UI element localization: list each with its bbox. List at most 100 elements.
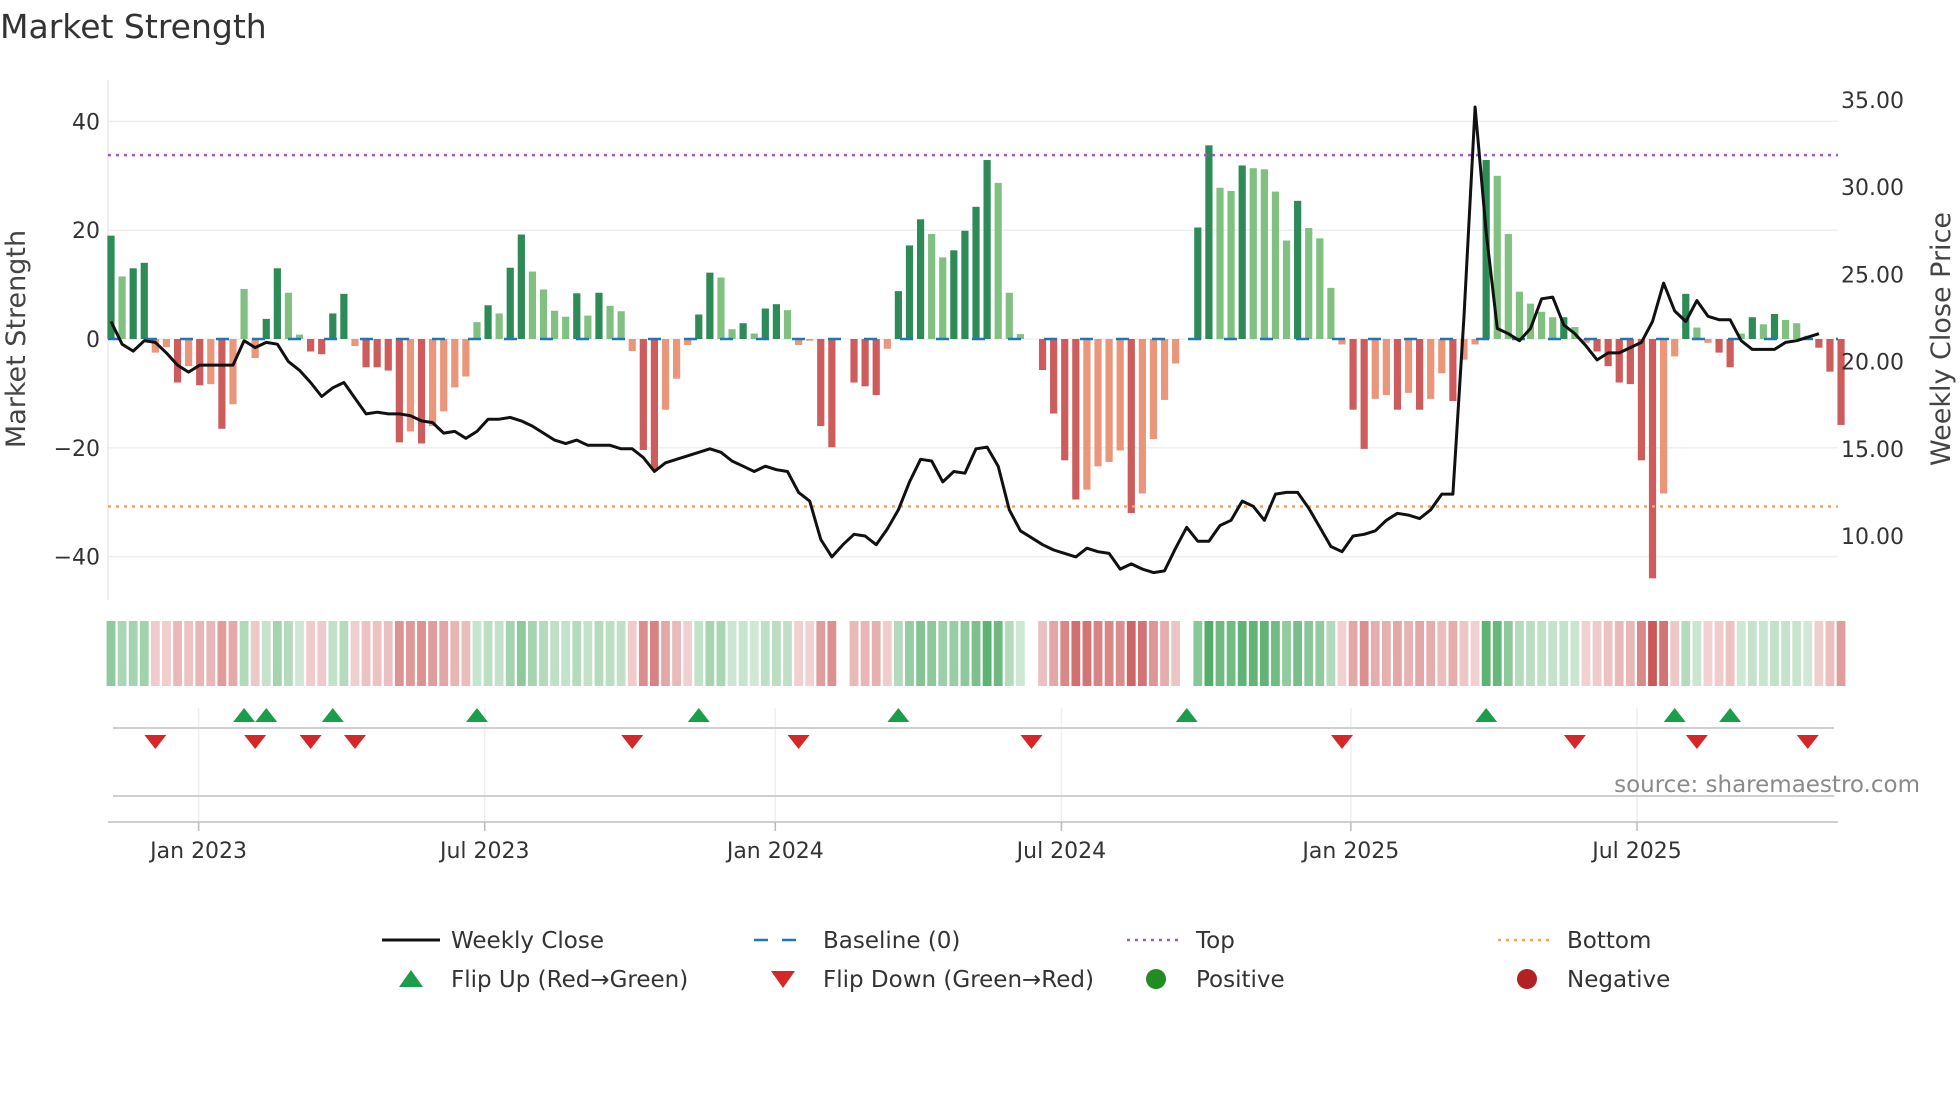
positive-heat-cell [284, 621, 293, 686]
negative-heat-cell [1149, 621, 1158, 686]
negative-heat-cell [1625, 621, 1635, 686]
positive-heat-cell [605, 621, 615, 686]
y2-tick-label: 35.00 [1841, 89, 1904, 114]
negative-heat-cell [1359, 621, 1369, 686]
positive-bar [695, 314, 703, 339]
positive-heat-cell [483, 621, 493, 686]
negative-heat-cell [661, 621, 670, 686]
y-tick-label: −40 [54, 546, 100, 571]
positive-bar [994, 182, 1002, 339]
positive-bar [1249, 168, 1257, 339]
positive-heat-cell [594, 621, 604, 686]
positive-heat-cell [1681, 621, 1691, 686]
negative-bar [1593, 339, 1601, 352]
positive-bar [894, 291, 902, 339]
negative-heat-cell [1814, 621, 1824, 686]
flip-markers [113, 708, 1834, 822]
legend-item: Flip Up (Red→Green) [399, 967, 688, 993]
negative-bar [384, 339, 392, 371]
circle-icon [1146, 969, 1166, 989]
positive-bar [961, 230, 969, 339]
negative-bar [1726, 339, 1734, 368]
y-tick-label: 40 [72, 110, 100, 135]
negative-bar [318, 339, 326, 355]
positive-heat-cell [1770, 621, 1779, 686]
positive-heat-cell [1248, 621, 1258, 686]
positive-bar [484, 305, 492, 339]
negative-heat-cell [1337, 621, 1347, 686]
flip-up-marker [687, 708, 710, 722]
negative-bar [828, 339, 836, 448]
negative-bar [1172, 339, 1180, 364]
negative-heat-cell [1370, 621, 1380, 686]
market-strength-chart: Market Strength 40 20 0 −20 −40 35.00 30.00 25… [0, 7, 1957, 993]
flip-down-marker [787, 735, 810, 749]
positive-heat-cell [705, 621, 715, 686]
positive-heat-cell [1481, 621, 1491, 686]
positive-bar [728, 329, 736, 339]
positive-heat-cell [993, 621, 1003, 686]
flip-down-marker [343, 735, 366, 749]
positive-bar [1693, 327, 1701, 339]
legend-label: Top [1195, 928, 1235, 954]
positive-heat-cell [128, 621, 138, 686]
negative-heat-cell [882, 621, 892, 686]
negative-bar [1050, 339, 1058, 414]
legend-item: Negative [1517, 967, 1670, 993]
flip-up-marker [233, 708, 256, 722]
positive-heat-cell [1204, 621, 1214, 686]
positive-heat-cell [927, 621, 937, 686]
negative-bar [1637, 339, 1646, 461]
positive-heat-cell [505, 621, 515, 686]
negative-bar [817, 339, 825, 427]
positive-bar [928, 234, 936, 339]
negative-heat-cell [317, 621, 327, 686]
negative-heat-cell [1714, 621, 1724, 686]
positive-heat-cell [1293, 621, 1303, 686]
negative-bar [1427, 339, 1435, 399]
negative-heat-cell [1670, 621, 1680, 686]
negative-heat-cell [1404, 621, 1413, 686]
negative-heat-cell [1071, 621, 1081, 686]
flip-up-marker [1175, 708, 1198, 722]
negative-heat-cell [1060, 621, 1070, 686]
negative-heat-cell [1581, 621, 1591, 686]
positive-heat-cell [1803, 621, 1813, 686]
negative-heat-cell [195, 621, 205, 686]
positive-bar [1238, 165, 1246, 339]
positive-bar [783, 310, 792, 339]
positive-heat-cell [1736, 621, 1746, 686]
negative-heat-cell [1082, 621, 1092, 686]
negative-heat-cell [1393, 621, 1402, 686]
negative-bar [429, 339, 437, 427]
positive-heat-cell [694, 621, 704, 686]
positive-bar [761, 308, 769, 339]
negative-bar [1438, 339, 1446, 374]
positive-bar [495, 313, 503, 339]
positive-heat-cell [971, 621, 981, 686]
negative-heat-cell [217, 621, 227, 686]
x-tick-label: Jan 2025 [1300, 839, 1399, 864]
negative-bar [395, 339, 403, 443]
negative-bar [672, 339, 681, 379]
triangle-up-icon [399, 970, 423, 987]
negative-heat-cell [1659, 621, 1668, 686]
positive-bar [1271, 191, 1280, 339]
positive-bar [1327, 287, 1335, 339]
negative-heat-cell [1825, 621, 1835, 686]
legend: Weekly Close Baseline (0) Top Bottom Flip Up… [382, 928, 1670, 993]
right-y-axis: 35.00 30.00 25.00 20.00 15.00 10.00 [1841, 89, 1904, 550]
positive-bar [1504, 234, 1512, 339]
flip-up-marker [1475, 708, 1498, 722]
negative-heat-cell [1725, 621, 1735, 686]
flip-down-marker [1330, 735, 1353, 749]
flip-down-marker [299, 735, 322, 749]
positive-heat-cell [272, 621, 282, 686]
negative-bar [218, 339, 226, 429]
x-tick-label: Jan 2024 [725, 839, 824, 864]
positive-bar [528, 271, 537, 339]
negative-bar [1072, 339, 1080, 500]
negative-bar [440, 339, 448, 412]
positive-heat-cell [1237, 621, 1247, 686]
y2-tick-label: 30.00 [1841, 176, 1904, 201]
